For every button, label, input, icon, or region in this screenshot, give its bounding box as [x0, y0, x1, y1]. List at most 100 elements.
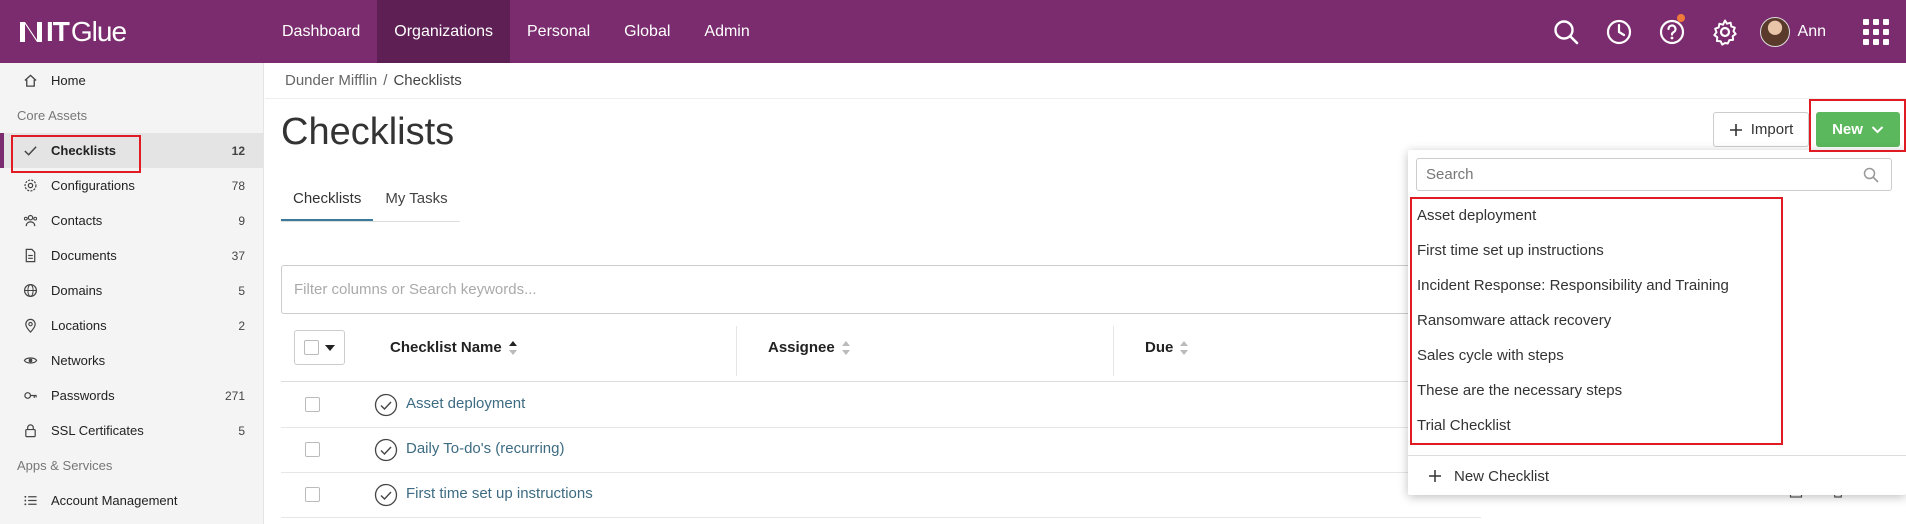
select-all-checkbox[interactable]	[304, 340, 319, 355]
dropdown-item[interactable]: Asset deployment	[1408, 198, 1906, 233]
list-icon	[22, 493, 38, 509]
nav-dashboard[interactable]: Dashboard	[265, 0, 377, 63]
sidebar-item-account-management[interactable]: Account Management	[0, 483, 263, 518]
table-row[interactable]: Asset deployment	[281, 383, 1481, 428]
breadcrumb-org[interactable]: Dunder Mifflin	[285, 72, 377, 89]
dropdown-item[interactable]: Ransomware attack recovery	[1408, 303, 1906, 338]
nav-personal[interactable]: Personal	[510, 0, 607, 63]
pin-icon	[22, 318, 38, 334]
plus-icon	[1729, 123, 1742, 136]
sidebar-item-count: 5	[238, 283, 245, 298]
row-checkbox[interactable]	[305, 487, 320, 502]
column-header-label: Checklist Name	[390, 339, 502, 356]
table-row[interactable]: First time set up instructions	[281, 473, 1481, 518]
sidebar-item-ssl-certificates[interactable]: SSL Certificates 5	[0, 413, 263, 448]
sidebar-item-checklists[interactable]: Checklists 12	[0, 133, 263, 168]
checklist-name-link[interactable]: Daily To-do's (recurring)	[406, 440, 564, 457]
column-header-label: Assignee	[768, 339, 835, 356]
app-grid-icon[interactable]	[1846, 0, 1906, 63]
select-all-dropdown[interactable]	[294, 330, 345, 365]
row-checkbox[interactable]	[305, 397, 320, 412]
breadcrumb-current: Checklists	[393, 72, 462, 89]
nav-global[interactable]: Global	[607, 0, 687, 63]
history-clock-icon[interactable]	[1593, 0, 1646, 63]
sidebar-item-networks[interactable]: Networks	[0, 343, 263, 378]
dropdown-search-placeholder: Search	[1426, 166, 1474, 183]
plus-icon	[1429, 470, 1441, 482]
sidebar-item-count: 37	[231, 248, 245, 263]
gear-icon	[22, 178, 38, 194]
dropdown-item[interactable]: First time set up instructions	[1408, 233, 1906, 268]
user-menu[interactable]: Ann	[1752, 0, 1846, 63]
itglue-mark-icon	[20, 22, 42, 42]
dropdown-item[interactable]: Trial Checklist	[1408, 408, 1906, 443]
main-nav: Dashboard Organizations Personal Global …	[265, 0, 767, 63]
import-label: Import	[1750, 121, 1794, 138]
check-circle-icon	[374, 483, 398, 507]
settings-gear-icon[interactable]	[1699, 0, 1752, 63]
page-title: Checklists	[281, 111, 455, 153]
check-circle-icon	[374, 438, 398, 462]
sidebar-item-label: Checklists	[51, 143, 117, 158]
home-icon	[22, 73, 38, 89]
table-row[interactable]: Daily To-do's (recurring)	[281, 428, 1481, 473]
column-header-label: Due	[1145, 339, 1174, 356]
dropdown-item[interactable]: Incident Response: Responsibility and Tr…	[1408, 268, 1906, 303]
checklist-name-link[interactable]: First time set up instructions	[406, 485, 593, 502]
new-checklist-option[interactable]: New Checklist	[1408, 456, 1906, 496]
nav-admin[interactable]: Admin	[687, 0, 766, 63]
sidebar-item-label: Documents	[51, 248, 117, 263]
sidebar-item-label: Networks	[51, 353, 106, 368]
sidebar-item-contacts[interactable]: Contacts 9	[0, 203, 263, 238]
search-icon[interactable]	[1540, 0, 1593, 63]
check-circle-icon	[374, 393, 398, 417]
chevron-down-icon	[1871, 126, 1884, 134]
nav-organizations[interactable]: Organizations	[377, 0, 510, 63]
tab-my-tasks[interactable]: My Tasks	[373, 180, 459, 221]
logo-text-bold: IT	[46, 16, 70, 47]
dropdown-item[interactable]: Sales cycle with steps	[1408, 338, 1906, 373]
sidebar-item-count: 12	[231, 143, 245, 158]
column-separator	[1113, 326, 1114, 376]
new-button[interactable]: New	[1816, 112, 1900, 147]
sidebar-item-home[interactable]: Home	[0, 63, 263, 98]
logo-text: Glue	[70, 16, 127, 47]
sidebar-item-domains[interactable]: Domains 5	[0, 273, 263, 308]
sidebar-item-passwords[interactable]: Passwords 271	[0, 378, 263, 413]
sidebar-item-label: Contacts	[51, 213, 103, 228]
column-separator	[736, 326, 737, 376]
row-checkbox[interactable]	[305, 442, 320, 457]
itglue-logo[interactable]: IT Glue	[18, 16, 127, 48]
notification-dot	[1676, 14, 1685, 22]
dropdown-item[interactable]: These are the necessary steps	[1408, 373, 1906, 408]
sidebar-item-count: 2	[238, 318, 245, 333]
help-icon[interactable]	[1646, 0, 1699, 63]
dropdown-search-input[interactable]: Search	[1416, 158, 1892, 191]
column-header-assignee[interactable]: Assignee	[768, 330, 851, 365]
section-apps-services: Apps & Services	[17, 458, 113, 473]
sidebar-item-count: 9	[238, 213, 245, 228]
sidebar-item-label: Domains	[51, 283, 103, 298]
sidebar-item-locations[interactable]: Locations 2	[0, 308, 263, 343]
sidebar-item-documents[interactable]: Documents 37	[0, 238, 263, 273]
checklist-name-link[interactable]: Asset deployment	[406, 395, 525, 412]
filter-input[interactable]: Filter columns or Search keywords...	[281, 265, 1481, 314]
key-icon	[22, 388, 38, 404]
column-header-due[interactable]: Due	[1145, 330, 1189, 365]
tab-checklists[interactable]: Checklists	[281, 180, 374, 221]
new-checklist-dropdown: Search Asset deployment First time set u…	[1408, 150, 1906, 495]
column-header-name[interactable]: Checklist Name	[390, 330, 518, 365]
breadcrumb-separator: /	[383, 72, 388, 89]
new-label: New	[1832, 121, 1863, 138]
search-icon	[1863, 167, 1879, 183]
sidebar-item-label: Locations	[51, 318, 107, 333]
import-button[interactable]: Import	[1713, 112, 1809, 147]
sort-icon	[1180, 340, 1189, 355]
globe-icon	[22, 283, 38, 299]
user-name: Ann	[1797, 22, 1826, 40]
network-icon	[22, 353, 38, 369]
sidebar-item-count: 78	[231, 178, 245, 193]
lock-icon	[22, 423, 38, 439]
document-icon	[22, 248, 38, 264]
sidebar-item-configurations[interactable]: Configurations 78	[0, 168, 263, 203]
